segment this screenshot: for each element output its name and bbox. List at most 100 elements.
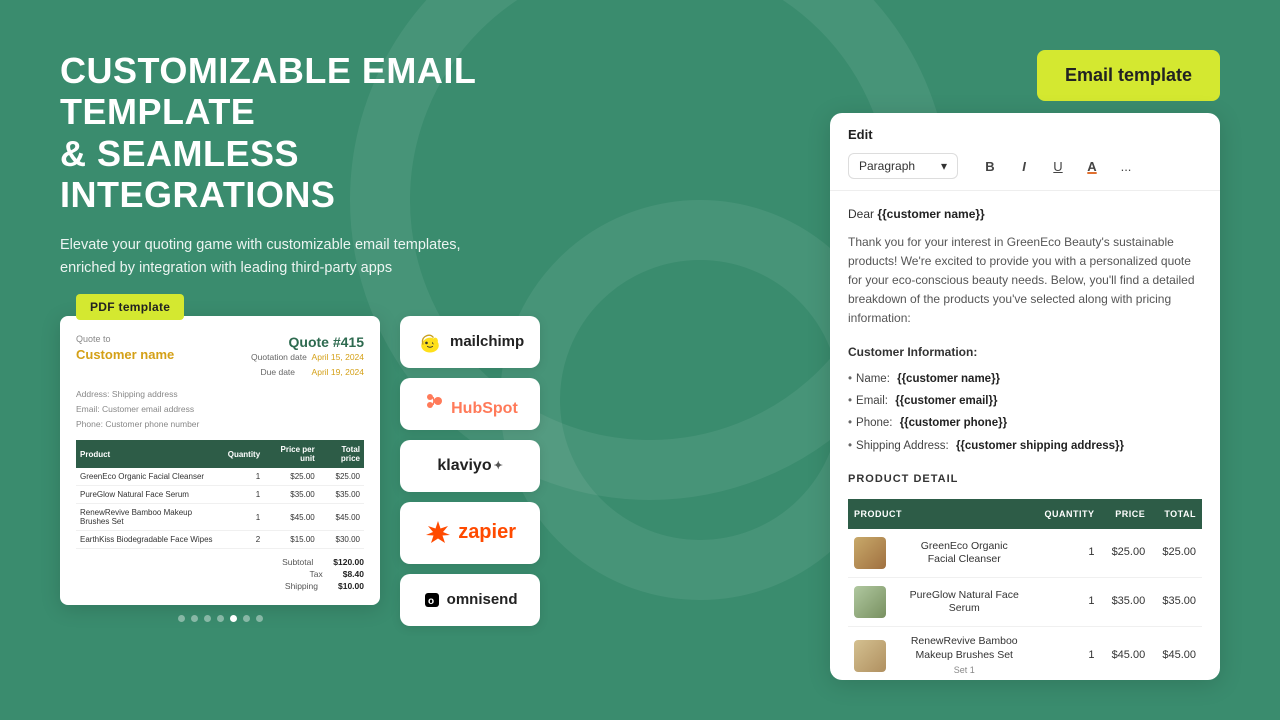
- phone-label: Phone:: [856, 414, 896, 432]
- hubspot-text: HubSpot: [451, 400, 518, 417]
- product-detail-section: PRODUCT DETAIL PRODUCT QUANTITY PRICE TO…: [848, 471, 1202, 680]
- right-section: Email template Edit Paragraph ▾ B I U A: [580, 50, 1220, 680]
- editor-section-title: Edit: [848, 127, 1202, 142]
- pdf-col-product: Product: [76, 440, 224, 468]
- table-row: PureGlow Natural Face Serum1$35.00$35.00: [76, 486, 364, 504]
- klaviyo-text: klaviyo: [437, 457, 491, 475]
- pdf-col-qty: Quantity: [224, 440, 264, 468]
- pdf-due-date: Due date April 19, 2024: [251, 365, 364, 380]
- col-price: PRICE: [1100, 499, 1151, 529]
- email-placeholder: {{customer email}}: [895, 392, 997, 410]
- omnisend-icon: o: [423, 591, 441, 609]
- pdf-customer-name: Customer name: [76, 347, 174, 362]
- customer-info-list: Name: {{customer name}} Email: {{custome…: [848, 368, 1202, 458]
- mailchimp-logo-card: mailchimp: [400, 316, 540, 368]
- pdf-dot-2[interactable]: [191, 615, 198, 622]
- mailchimp-logo: mailchimp: [416, 328, 524, 356]
- zapier-logo: zapier: [424, 519, 516, 547]
- omnisend-text: omnisend: [447, 591, 518, 608]
- font-color-button[interactable]: A: [1078, 152, 1106, 180]
- pdf-totals: Subtotal$120.00 Tax$8.40 Shipping$10.00: [76, 557, 364, 591]
- editor-toolbar: Paragraph ▾ B I U A ...: [848, 152, 1202, 180]
- pdf-dot-1[interactable]: [178, 615, 185, 622]
- email-label: Email:: [856, 392, 891, 410]
- integrations-column: mailchimp HubSpot: [400, 308, 540, 626]
- zapier-icon: [424, 519, 452, 547]
- product-qty: 1: [1032, 578, 1101, 627]
- omnisend-logo-card: o omnisend: [400, 574, 540, 626]
- editor-greeting: Dear {{customer name}}: [848, 205, 1202, 224]
- product-price: $45.00: [1100, 627, 1151, 680]
- pdf-customer-info: Quote to Customer name: [76, 334, 174, 362]
- zapier-text: zapier: [458, 521, 516, 544]
- table-header-row: PRODUCT QUANTITY PRICE TOTAL: [848, 499, 1202, 529]
- pdf-quote-details: Quote #415 Quotation date April 15, 2024…: [251, 334, 364, 381]
- product-name-cell: GreenEco OrganicFacial Cleanser: [897, 529, 1032, 578]
- product-image-cell: [848, 627, 897, 680]
- customer-info-section: Customer Information: Name: {{customer n…: [848, 343, 1202, 458]
- list-item: Shipping Address: {{customer shipping ad…: [848, 435, 1202, 457]
- underline-button[interactable]: U: [1044, 152, 1072, 180]
- pdf-col-price: Price per unit: [264, 440, 319, 468]
- product-table: PRODUCT QUANTITY PRICE TOTAL: [848, 499, 1202, 680]
- italic-button[interactable]: I: [1010, 152, 1038, 180]
- list-item: Name: {{customer name}}: [848, 368, 1202, 390]
- klaviyo-logo-card: klaviyo ✦: [400, 440, 540, 492]
- email-template-button[interactable]: Email template: [1037, 50, 1220, 101]
- paragraph-label: Paragraph: [859, 159, 915, 173]
- pdf-dot-4[interactable]: [217, 615, 224, 622]
- pdf-dot-6[interactable]: [243, 615, 250, 622]
- hubspot-icon: [422, 389, 446, 413]
- hubspot-logo-card: HubSpot: [400, 378, 540, 430]
- product-qty: 1: [1032, 627, 1101, 680]
- pdf-header: Quote to Customer name Quote #415 Quotat…: [76, 334, 364, 381]
- omnisend-logo: o omnisend: [423, 591, 518, 609]
- pdf-dot-7[interactable]: [256, 615, 263, 622]
- col-product: PRODUCT: [848, 499, 1032, 529]
- svg-text:o: o: [428, 596, 434, 607]
- editor-intro: Thank you for your interest in GreenEco …: [848, 233, 1202, 329]
- product-thumbnail: [854, 586, 886, 618]
- pdf-dot-5[interactable]: [230, 615, 237, 622]
- product-thumbnail: [854, 640, 886, 672]
- table-row: GreenEco Organic Facial Cleanser1$25.00$…: [76, 468, 364, 486]
- shipping-label: Shipping Address:: [856, 437, 952, 455]
- product-name-cell: RenewRevive BambooMakeup Brushes Set Set…: [897, 627, 1032, 680]
- pdf-shipping-row: Shipping$10.00: [285, 581, 364, 591]
- pdf-quotation-date: Quotation date April 15, 2024: [251, 350, 364, 365]
- pdf-col-total: Total price: [319, 440, 364, 468]
- col-quantity: QUANTITY: [1032, 499, 1101, 529]
- customer-name-placeholder: {{customer name}}: [877, 207, 984, 221]
- table-row: RenewRevive BambooMakeup Brushes Set Set…: [848, 627, 1202, 680]
- list-item: Email: {{customer email}}: [848, 390, 1202, 412]
- pdf-dot-3[interactable]: [204, 615, 211, 622]
- bold-button[interactable]: B: [976, 152, 1004, 180]
- product-qty: 1: [1032, 529, 1101, 578]
- zapier-logo-card: zapier: [400, 502, 540, 564]
- product-detail-title: PRODUCT DETAIL: [848, 471, 1202, 489]
- table-row: GreenEco OrganicFacial Cleanser 1 $25.00…: [848, 529, 1202, 578]
- mailchimp-icon: [416, 328, 444, 356]
- product-name: RenewRevive BambooMakeup Brushes Set: [903, 635, 1026, 662]
- more-options-button[interactable]: ...: [1112, 152, 1140, 180]
- pdf-quote-to-label: Quote to: [76, 334, 174, 344]
- product-price: $35.00: [1100, 578, 1151, 627]
- bottom-area: PDF template Quote to Customer name Quot…: [60, 308, 540, 680]
- subtitle: Elevate your quoting game with customiza…: [60, 234, 540, 280]
- product-total: $35.00: [1151, 578, 1202, 627]
- pdf-subtotal-row: Subtotal$120.00: [282, 557, 364, 567]
- editor-header: Edit Paragraph ▾ B I U A ...: [830, 113, 1220, 191]
- hubspot-logo: HubSpot: [422, 389, 517, 418]
- customer-info-title: Customer Information:: [848, 343, 1202, 362]
- mailchimp-text: mailchimp: [450, 333, 524, 350]
- pdf-tax-row: Tax$8.40: [309, 569, 364, 579]
- pdf-dots-indicator: [60, 615, 380, 622]
- product-price: $25.00: [1100, 529, 1151, 578]
- paragraph-select[interactable]: Paragraph ▾: [848, 153, 958, 179]
- pdf-dates: Quotation date April 15, 2024 Due date A…: [251, 350, 364, 381]
- main-layout: CUSTOMIZABLE EMAIL TEMPLATE & SEAMLESS I…: [0, 0, 1280, 720]
- table-row: RenewRevive Bamboo Makeup Brushes Set1$4…: [76, 504, 364, 531]
- pdf-quote-number: Quote #415: [251, 334, 364, 350]
- name-label: Name:: [856, 370, 893, 388]
- product-name-cell: PureGlow Natural FaceSerum: [897, 578, 1032, 627]
